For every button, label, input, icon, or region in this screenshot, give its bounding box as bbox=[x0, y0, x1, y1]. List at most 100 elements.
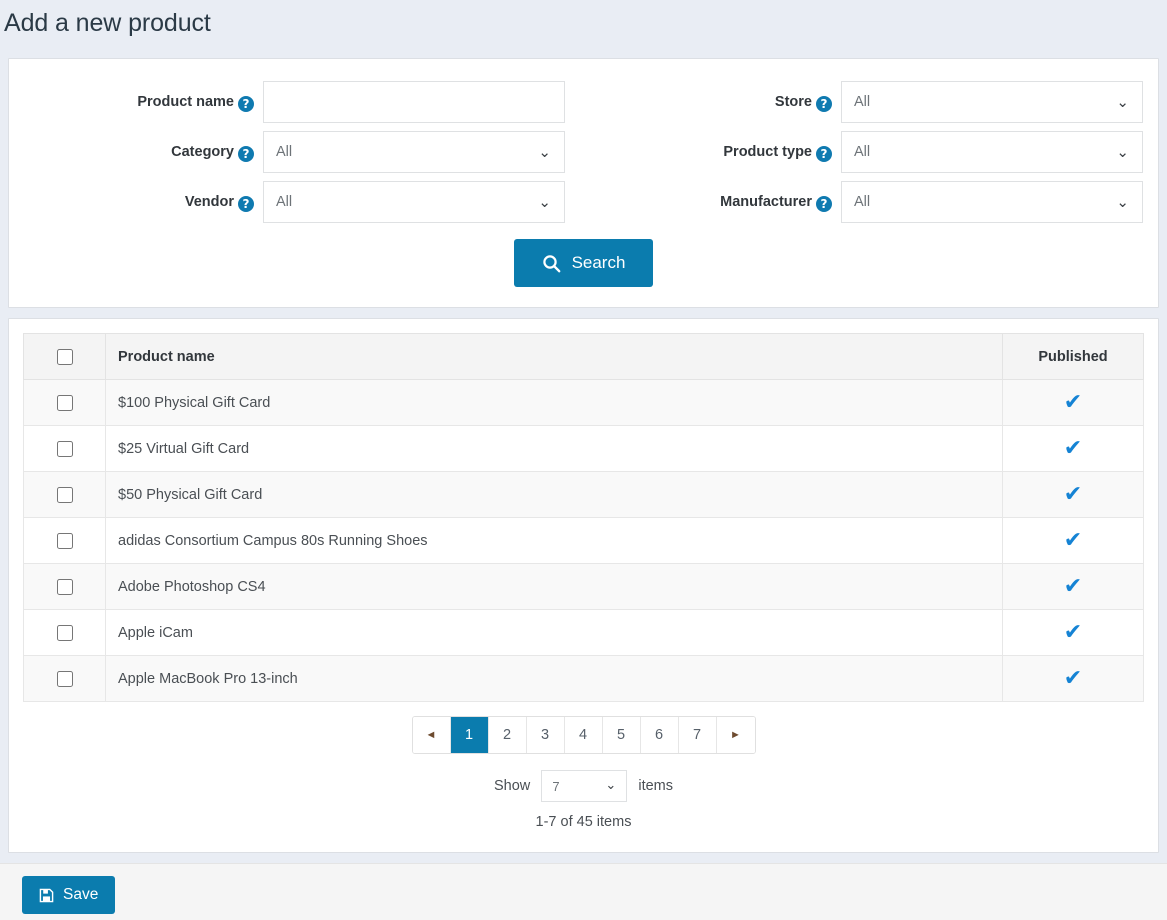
show-label: Show bbox=[494, 778, 530, 794]
help-icon-category[interactable]: ? bbox=[238, 146, 254, 162]
save-button-label: Save bbox=[63, 886, 98, 904]
pagination-page-1[interactable]: 1 bbox=[451, 717, 489, 753]
category-select[interactable]: All bbox=[263, 131, 565, 173]
check-icon: ✔ bbox=[1064, 528, 1082, 553]
page-size-select-wrap: 7 ⌄ bbox=[541, 770, 627, 802]
field-store: All ⌄ bbox=[841, 81, 1143, 131]
check-icon: ✔ bbox=[1064, 666, 1082, 691]
label-category: Category? bbox=[9, 131, 263, 181]
label-product-type: Product type? bbox=[615, 131, 841, 181]
pagination-page-6[interactable]: 6 bbox=[641, 717, 679, 753]
pagination-page-7[interactable]: 7 bbox=[679, 717, 717, 753]
pagination-page-2[interactable]: 2 bbox=[489, 717, 527, 753]
label-manufacturer-text: Manufacturer bbox=[720, 194, 812, 210]
search-button[interactable]: Search bbox=[514, 239, 654, 287]
product-name-input[interactable] bbox=[263, 81, 565, 123]
field-product-name bbox=[263, 81, 565, 131]
manufacturer-select-wrap: All ⌄ bbox=[841, 181, 1143, 223]
select-all-header bbox=[24, 334, 106, 380]
label-product-type-text: Product type bbox=[723, 144, 812, 160]
row-select-checkbox[interactable] bbox=[57, 579, 73, 595]
table-row: $50 Physical Gift Card ✔ bbox=[24, 472, 1144, 518]
label-store-text: Store bbox=[775, 94, 812, 110]
row-select-cell bbox=[24, 656, 106, 702]
row-select-cell bbox=[24, 610, 106, 656]
product-name-header[interactable]: Product name bbox=[106, 334, 1003, 380]
label-category-text: Category bbox=[171, 144, 234, 160]
row-select-cell bbox=[24, 564, 106, 610]
form-spacer-3 bbox=[565, 181, 615, 231]
row-select-checkbox[interactable] bbox=[57, 671, 73, 687]
products-table: Product name Published $100 Physical Gif… bbox=[23, 333, 1144, 702]
pagination-page-4[interactable]: 4 bbox=[565, 717, 603, 753]
product-name-cell: $25 Virtual Gift Card bbox=[106, 426, 1003, 472]
pagination-next[interactable]: ► bbox=[717, 717, 755, 753]
pagination-prev[interactable]: ◄ bbox=[413, 717, 451, 753]
items-label: items bbox=[638, 778, 673, 794]
row-select-cell bbox=[24, 472, 106, 518]
store-select-wrap: All ⌄ bbox=[841, 81, 1143, 123]
pagination-page-3[interactable]: 3 bbox=[527, 717, 565, 753]
pagination: ◄1234567► bbox=[412, 716, 756, 754]
product-name-cell: $50 Physical Gift Card bbox=[106, 472, 1003, 518]
row-select-cell bbox=[24, 518, 106, 564]
label-product-name: Product name? bbox=[9, 81, 263, 131]
row-select-checkbox[interactable] bbox=[57, 441, 73, 457]
check-icon: ✔ bbox=[1064, 574, 1082, 599]
product-type-select-wrap: All ⌄ bbox=[841, 131, 1143, 173]
filter-form: Product name? Store? All ⌄ Category? All bbox=[9, 59, 1158, 231]
category-select-wrap: All ⌄ bbox=[263, 131, 565, 173]
check-icon: ✔ bbox=[1064, 620, 1082, 645]
table-header-row: Product name Published bbox=[24, 334, 1144, 380]
help-icon-manufacturer[interactable]: ? bbox=[816, 196, 832, 212]
search-button-row: Search bbox=[9, 231, 1158, 287]
label-store: Store? bbox=[615, 81, 841, 131]
product-name-cell: adidas Consortium Campus 80s Running Sho… bbox=[106, 518, 1003, 564]
published-cell: ✔ bbox=[1003, 656, 1144, 702]
row-select-checkbox[interactable] bbox=[57, 533, 73, 549]
page-title: Add a new product bbox=[0, 0, 1167, 58]
published-cell: ✔ bbox=[1003, 472, 1144, 518]
store-select[interactable]: All bbox=[841, 81, 1143, 123]
product-name-cell: Apple iCam bbox=[106, 610, 1003, 656]
published-cell: ✔ bbox=[1003, 518, 1144, 564]
help-icon-product-name[interactable]: ? bbox=[238, 96, 254, 112]
row-select-checkbox[interactable] bbox=[57, 395, 73, 411]
product-name-cell: $100 Physical Gift Card bbox=[106, 380, 1003, 426]
published-cell: ✔ bbox=[1003, 426, 1144, 472]
products-grid-panel: Product name Published $100 Physical Gif… bbox=[8, 318, 1159, 853]
field-category: All ⌄ bbox=[263, 131, 565, 181]
row-select-checkbox[interactable] bbox=[57, 625, 73, 641]
page-size-select[interactable]: 7 bbox=[541, 770, 627, 802]
field-manufacturer: All ⌄ bbox=[841, 181, 1143, 231]
product-name-cell: Apple MacBook Pro 13-inch bbox=[106, 656, 1003, 702]
search-button-label: Search bbox=[572, 253, 626, 273]
check-icon: ✔ bbox=[1064, 482, 1082, 507]
help-icon-vendor[interactable]: ? bbox=[238, 196, 254, 212]
product-type-select[interactable]: All bbox=[841, 131, 1143, 173]
help-icon-product-type[interactable]: ? bbox=[816, 146, 832, 162]
form-spacer-1 bbox=[565, 81, 615, 131]
products-table-wrap: Product name Published $100 Physical Gif… bbox=[9, 319, 1158, 844]
vendor-select[interactable]: All bbox=[263, 181, 565, 223]
manufacturer-select[interactable]: All bbox=[841, 181, 1143, 223]
footer-action-bar: Save bbox=[0, 863, 1167, 920]
pagination-page-5[interactable]: 5 bbox=[603, 717, 641, 753]
table-row: Adobe Photoshop CS4 ✔ bbox=[24, 564, 1144, 610]
published-cell: ✔ bbox=[1003, 380, 1144, 426]
label-manufacturer: Manufacturer? bbox=[615, 181, 841, 231]
row-select-checkbox[interactable] bbox=[57, 487, 73, 503]
table-row: Apple MacBook Pro 13-inch ✔ bbox=[24, 656, 1144, 702]
published-cell: ✔ bbox=[1003, 564, 1144, 610]
table-row: adidas Consortium Campus 80s Running Sho… bbox=[24, 518, 1144, 564]
check-icon: ✔ bbox=[1064, 436, 1082, 461]
help-icon-store[interactable]: ? bbox=[816, 96, 832, 112]
products-table-body: $100 Physical Gift Card✔$25 Virtual Gift… bbox=[24, 380, 1144, 702]
floppy-disk-icon bbox=[39, 888, 54, 903]
published-header[interactable]: Published bbox=[1003, 334, 1144, 380]
select-all-checkbox[interactable] bbox=[57, 349, 73, 365]
table-row: $25 Virtual Gift Card ✔ bbox=[24, 426, 1144, 472]
product-name-cell: Adobe Photoshop CS4 bbox=[106, 564, 1003, 610]
table-row: $100 Physical Gift Card✔ bbox=[24, 380, 1144, 426]
save-button[interactable]: Save bbox=[22, 876, 115, 914]
